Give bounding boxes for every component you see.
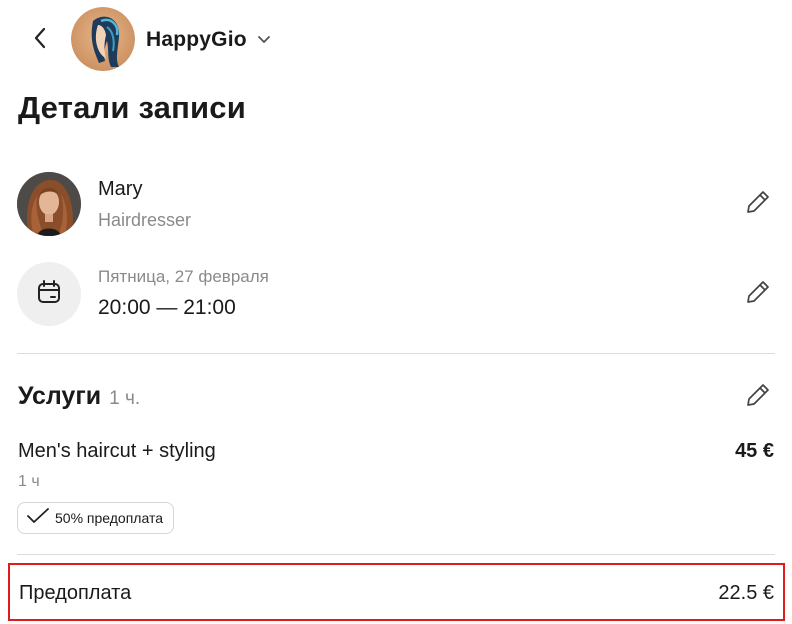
pencil-icon xyxy=(744,278,772,311)
appointment-time: 20:00 — 21:00 xyxy=(98,296,236,319)
service-name: Men's haircut + styling xyxy=(18,440,216,462)
header: HappyGio xyxy=(0,0,792,80)
salon-switcher[interactable]: HappyGio xyxy=(146,25,271,55)
services-title: Услуги xyxy=(18,382,102,410)
master-name: Mary xyxy=(98,178,143,200)
calendar-icon-badge xyxy=(17,262,81,326)
prepayment-amount: 22.5 € xyxy=(718,582,774,604)
edit-datetime-button[interactable] xyxy=(741,277,775,311)
divider xyxy=(17,554,775,555)
prepayment-badge-label: 50% предоплата xyxy=(55,510,163,526)
page-title: Детали записи xyxy=(18,90,247,125)
edit-services-button[interactable] xyxy=(741,380,775,414)
checkmark-icon xyxy=(26,507,50,530)
master-avatar xyxy=(17,172,81,236)
master-role: Hairdresser xyxy=(98,210,192,230)
appointment-date: Пятница, 27 февраля xyxy=(98,267,269,286)
services-header: Услуги 1 ч. xyxy=(18,382,140,411)
pencil-icon xyxy=(744,188,772,221)
pencil-icon xyxy=(744,381,772,414)
service-price: 45 € xyxy=(735,440,774,462)
services-total-duration: 1 ч. xyxy=(109,388,141,409)
salon-name: HappyGio xyxy=(146,28,247,51)
service-duration: 1 ч xyxy=(18,473,40,490)
prepayment-row: Предоплата 22.5 € xyxy=(8,563,785,621)
chevron-left-icon xyxy=(33,27,47,54)
prepayment-badge: 50% предоплата xyxy=(17,502,174,534)
back-button[interactable] xyxy=(26,24,54,56)
appointment-details-screen: HappyGio Детали записи Mary Hairdresser xyxy=(0,0,792,624)
chevron-down-icon xyxy=(257,35,271,45)
calendar-icon xyxy=(35,278,63,311)
prepayment-label: Предоплата xyxy=(19,582,132,604)
edit-master-button[interactable] xyxy=(741,187,775,221)
divider xyxy=(17,353,775,354)
salon-logo-avatar xyxy=(71,7,135,71)
